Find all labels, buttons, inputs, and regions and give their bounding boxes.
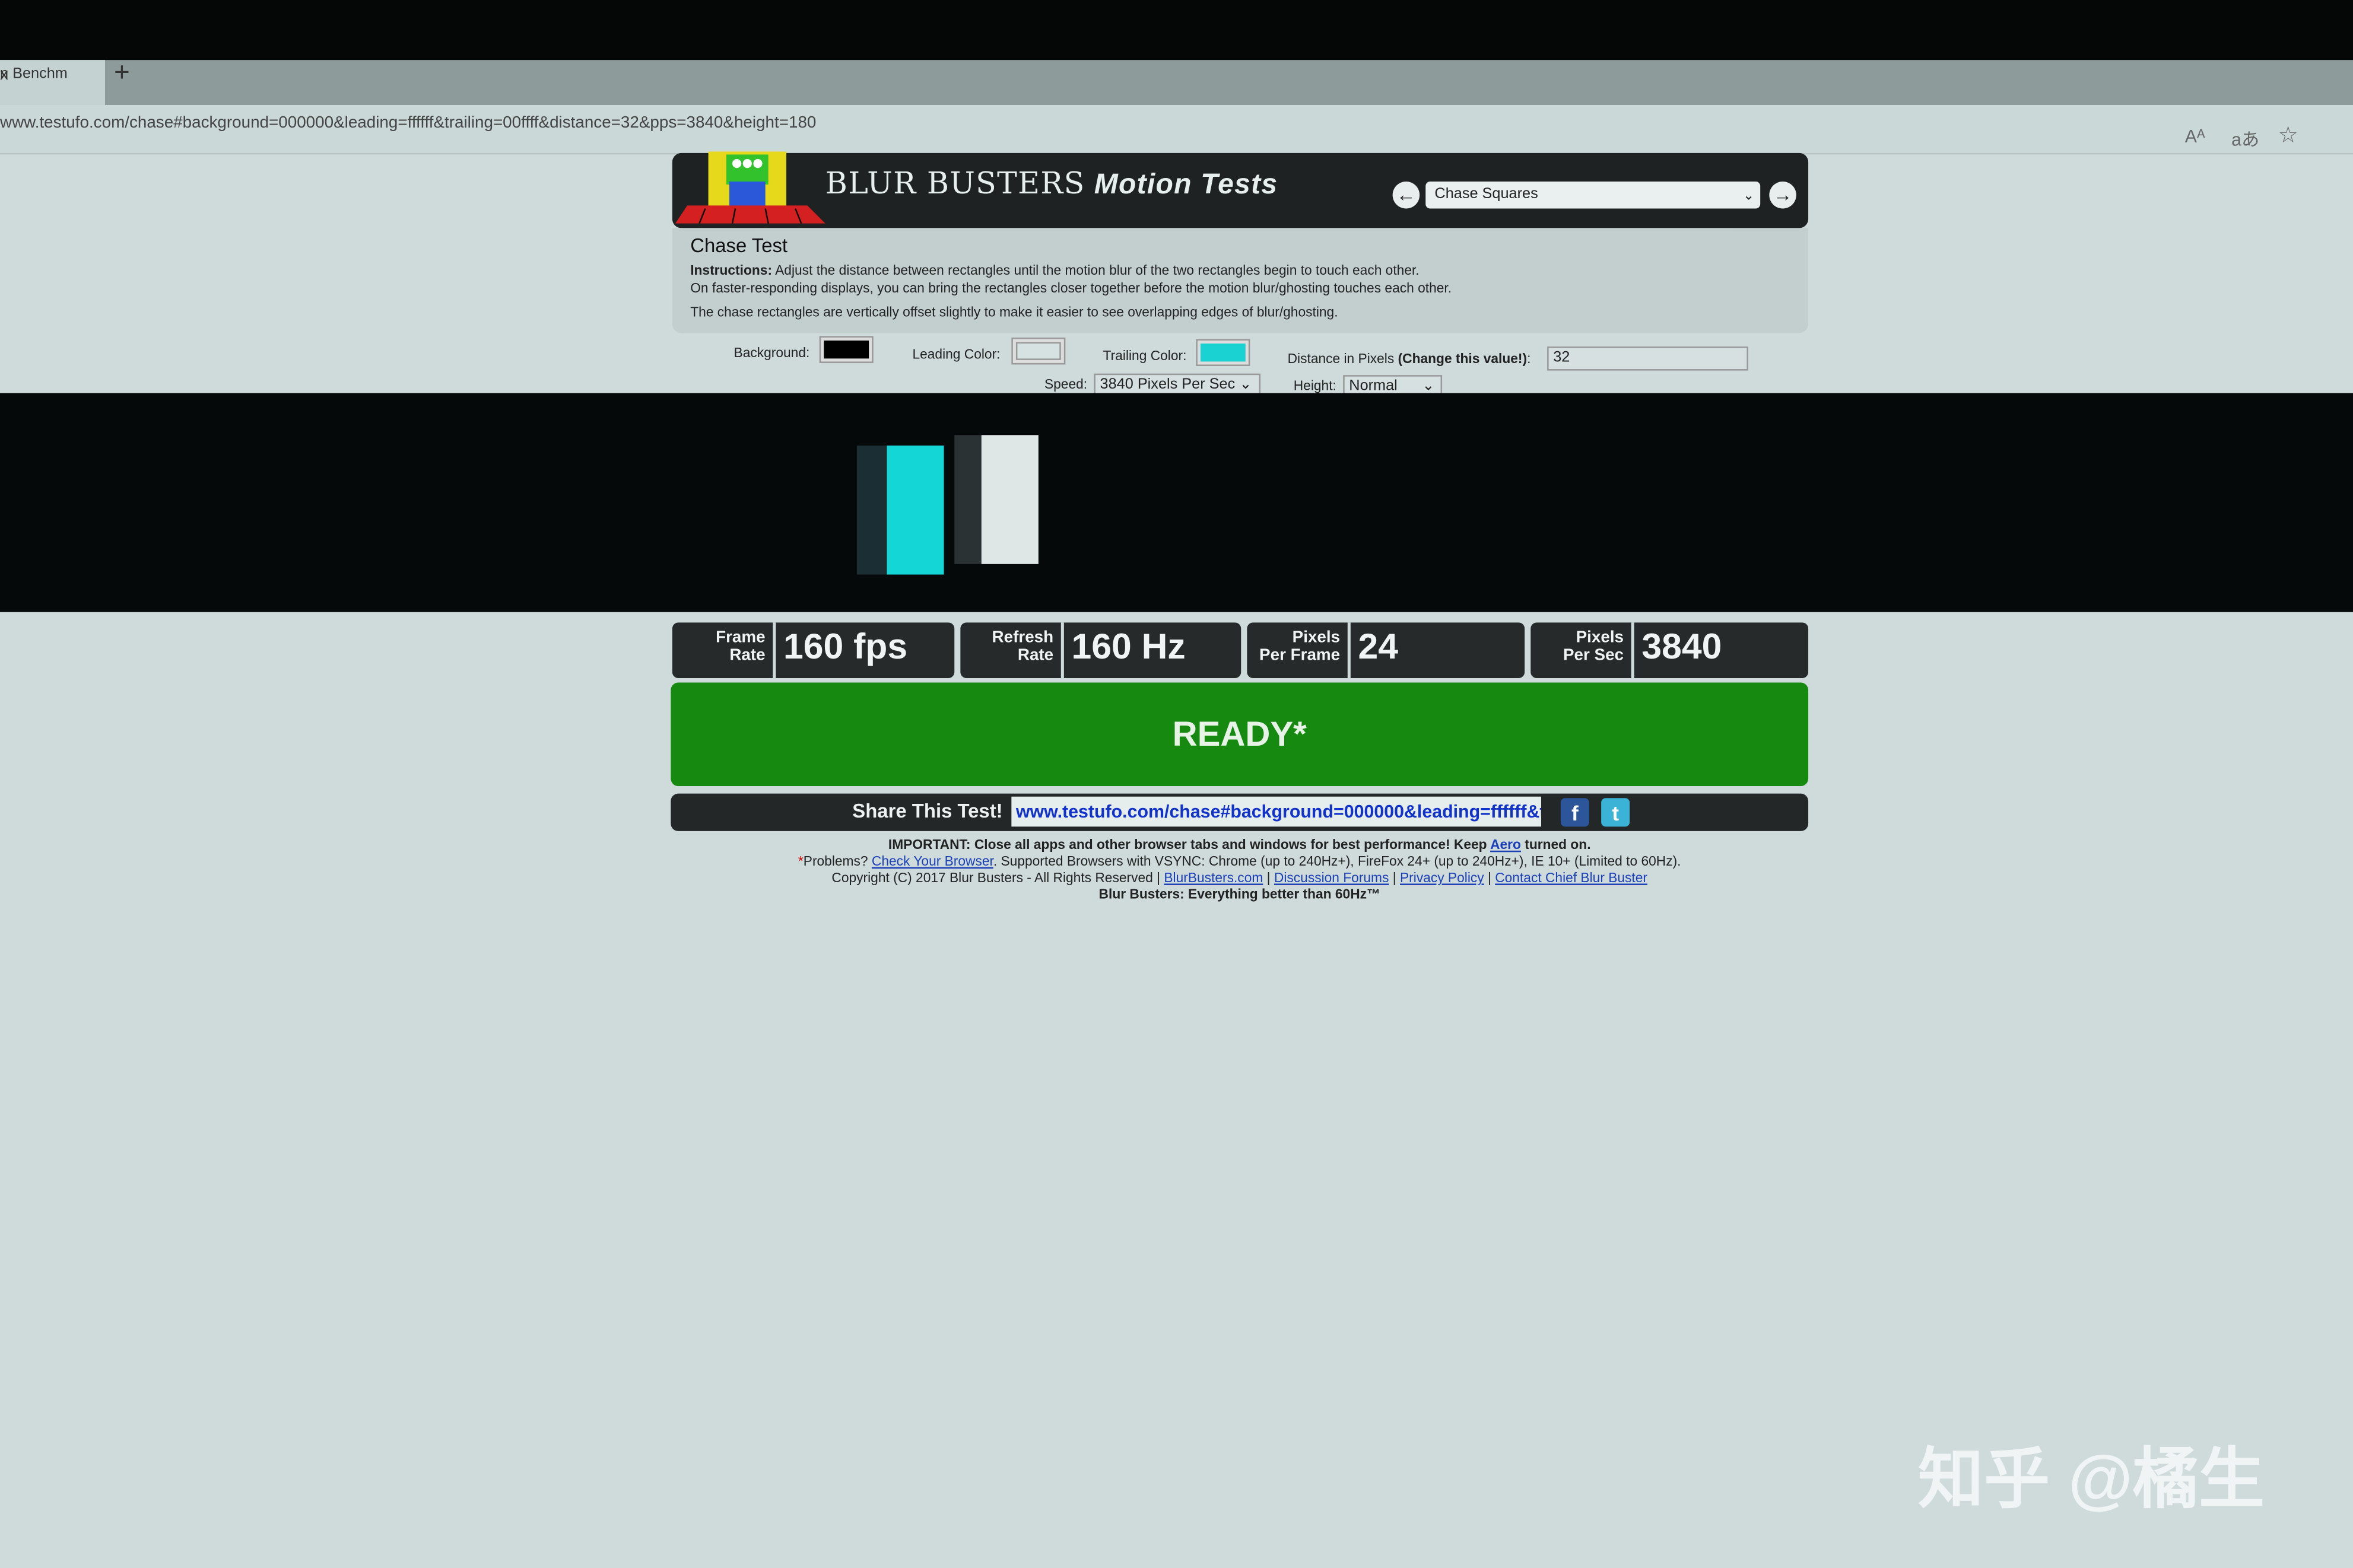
aero-link[interactable]: Aero	[1490, 837, 1521, 852]
trailing-color-picker[interactable]	[1196, 339, 1250, 367]
important-note: IMPORTANT: Close all apps and other brow…	[888, 837, 1591, 853]
speed-label: Speed:	[1044, 376, 1088, 392]
trailing-color-label: Trailing Color:	[1103, 348, 1187, 363]
translate-icon[interactable]: aあ	[2231, 126, 2259, 151]
stat-value: 3840	[1641, 626, 1722, 668]
refresh-rate-stat: Refresh Rate 160 Hz	[960, 622, 1241, 678]
contact-link[interactable]: Contact Chief Blur Buster	[1495, 870, 1647, 885]
distance-hint: (Change this value!)	[1398, 351, 1528, 367]
stat-value: 160 fps	[783, 626, 908, 668]
trailing-blur	[856, 446, 887, 575]
brand-title: BLUR BUSTERS Motion Tests	[825, 165, 1278, 202]
facebook-icon[interactable]: f	[1560, 798, 1589, 827]
tagline: Blur Busters: Everything better than 60H…	[1098, 886, 1380, 902]
watermark: 知乎 @橘生	[1917, 1443, 2265, 1517]
blur-busters-logo	[675, 151, 825, 224]
check-browser-link[interactable]: Check Your Browser	[872, 854, 993, 869]
blurbusters-link[interactable]: BlurBusters.com	[1164, 870, 1263, 885]
share-label: Share This Test!	[852, 799, 1003, 822]
favorite-star-icon[interactable]: ☆	[2278, 122, 2298, 148]
next-test-button[interactable]: →	[1769, 181, 1796, 209]
distance-label-text: Distance in Pixels	[1287, 351, 1398, 367]
background-label: Background:	[733, 345, 810, 360]
browser-tab[interactable]: n Benchm x	[0, 60, 106, 109]
page-title: Chase Test	[690, 234, 788, 257]
tab-close-icon[interactable]: x	[0, 60, 8, 90]
pixels-per-sec-stat: Pixels Per Sec 3840	[1530, 622, 1809, 678]
status-banner: READY*	[671, 682, 1809, 787]
stat-label: Refresh Rate	[992, 628, 1054, 665]
screen: n Benchm x + www.testufo.com/chase#backg…	[0, 0, 2353, 1568]
stat-label: Frame Rate	[716, 628, 766, 665]
instructions-line-2: On faster-responding displays, you can b…	[690, 280, 1452, 296]
new-tab-button[interactable]: +	[114, 57, 130, 88]
speed-value: 3840 Pixels Per Sec	[1100, 376, 1236, 393]
trailing-rectangle	[887, 446, 944, 575]
stat-value: 24	[1358, 626, 1398, 668]
tab-bar	[0, 60, 2353, 109]
privacy-link[interactable]: Privacy Policy	[1400, 870, 1484, 885]
bezel	[0, 0, 2353, 66]
leading-color-label: Leading Color:	[912, 346, 1001, 362]
tab-title: n Benchm	[0, 66, 68, 83]
stat-label: Pixels Per Sec	[1563, 628, 1624, 665]
twitter-icon[interactable]: t	[1601, 798, 1630, 827]
chevron-down-icon: ⌄	[1239, 376, 1252, 393]
test-select-value: Chase Squares	[1434, 186, 1538, 203]
share-url-input[interactable]: www.testufo.com/chase#background=000000&…	[1011, 796, 1541, 827]
previous-test-button[interactable]: ←	[1392, 181, 1420, 209]
instructions-text: Adjust the distance between rectangles u…	[772, 262, 1420, 278]
chase-test-area	[0, 393, 2353, 612]
url-text[interactable]: www.testufo.com/chase#background=000000&…	[0, 114, 816, 132]
stat-value: 160 Hz	[1071, 626, 1186, 668]
instructions-line-3: The chase rectangles are vertically offs…	[690, 304, 1338, 320]
test-select[interactable]: Chase Squares ⌄	[1425, 181, 1761, 209]
distance-colon: :	[1527, 351, 1531, 367]
forums-link[interactable]: Discussion Forums	[1274, 870, 1389, 885]
leading-blur	[954, 435, 982, 564]
background-color-picker[interactable]	[819, 336, 874, 363]
brand-name: BLUR BUSTERS	[825, 165, 1085, 201]
chevron-down-icon: ⌄	[1742, 187, 1755, 203]
brand-subtitle: Motion Tests	[1094, 169, 1278, 201]
stat-label: Pixels Per Frame	[1259, 628, 1341, 665]
copyright-line: Copyright (C) 2017 Blur Busters - All Ri…	[831, 870, 1647, 885]
instructions-label: Instructions:	[690, 262, 773, 278]
leading-color-picker[interactable]	[1011, 337, 1066, 365]
height-value: Normal	[1349, 378, 1398, 395]
height-label: Height:	[1293, 378, 1336, 393]
frame-rate-stat: Frame Rate 160 fps	[672, 622, 955, 678]
distance-label: Distance in Pixels (Change this value!):	[1288, 351, 1531, 366]
instructions-line-1: Instructions: Adjust the distance betwee…	[690, 263, 1419, 278]
problems-note: *Problems? Check Your Browser. Supported…	[798, 853, 1681, 869]
read-aloud-icon[interactable]: Aᴬ	[2185, 126, 2205, 147]
distance-input[interactable]: 32	[1547, 346, 1748, 371]
pixels-per-frame-stat: Pixels Per Frame 24	[1247, 622, 1525, 678]
leading-rectangle	[981, 435, 1039, 564]
